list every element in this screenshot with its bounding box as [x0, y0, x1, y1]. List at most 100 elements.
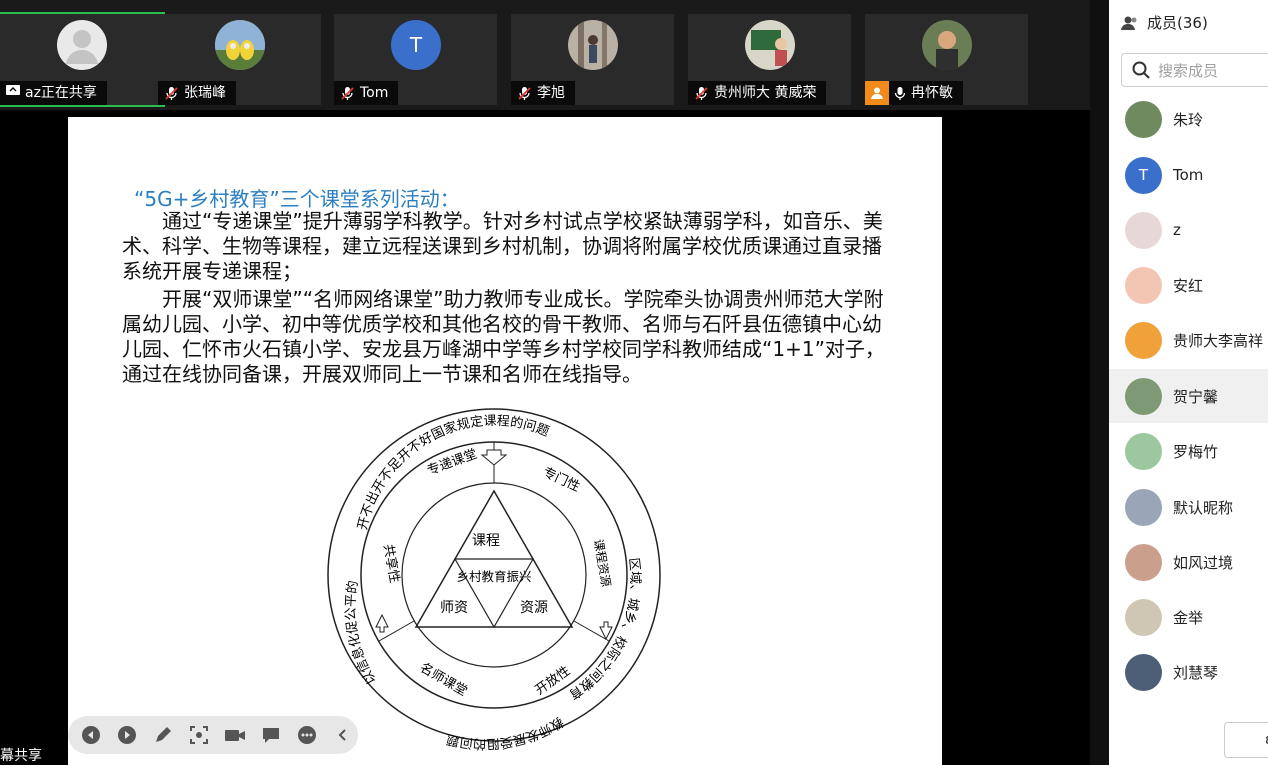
- member-name: z: [1173, 221, 1181, 239]
- more-icon[interactable]: [294, 723, 319, 748]
- triangle-label-center: 乡村教育振兴: [456, 569, 531, 584]
- avatar: [922, 20, 972, 70]
- mic-muted-icon: [165, 86, 178, 100]
- member-item[interactable]: 贵师大李高祥: [1109, 313, 1268, 367]
- collapse-icon[interactable]: [330, 723, 355, 748]
- member-item[interactable]: 朱玲: [1109, 92, 1268, 146]
- member-name: 贵师大李高祥: [1173, 331, 1264, 350]
- participant-name: 贵州师大 黄威荣: [714, 85, 817, 101]
- member-name: 朱玲: [1173, 110, 1204, 129]
- participant-name-bar: az正在共享: [0, 81, 107, 105]
- avatar: [1125, 266, 1162, 304]
- next-icon[interactable]: [114, 723, 139, 748]
- members-panel: 成员(36) 搜索成员 朱玲 T Tom z 安红 贵师大李高祥 贺宁馨 罗梅竹 …: [1109, 0, 1268, 765]
- ring-label-bottom: 名师课堂: [417, 660, 470, 700]
- avatar: [1125, 543, 1162, 581]
- avatar: [215, 20, 265, 70]
- down-arrow-icon: [480, 449, 508, 466]
- participant-tile[interactable]: 冉怀敏: [865, 14, 1028, 105]
- members-icon: [1121, 16, 1137, 30]
- slide-paragraph-2: 开展“双师课堂”“名师网络课堂”助力教师专业成长。学院牵头协调贵州师范大学附属幼…: [122, 287, 885, 386]
- avatar: [1125, 321, 1162, 359]
- member-name: 安红: [1173, 276, 1204, 295]
- mic-muted-icon: [341, 86, 354, 100]
- participant-name: 冉怀敏: [911, 85, 953, 101]
- search-icon: [1132, 61, 1150, 79]
- member-name: 默认昵称: [1173, 498, 1234, 517]
- outer-label-top: 开不出开不足开不好国家规定课程的问题: [355, 414, 551, 532]
- shared-slide: “5G+乡村教育”三个课堂系列活动： 通过“专递课堂”提升薄弱学科教学。针对乡村…: [68, 117, 942, 765]
- search-placeholder: 搜索成员: [1158, 61, 1219, 80]
- member-item-selected[interactable]: 贺宁馨: [1109, 369, 1268, 423]
- participant-name-bar: 李旭: [511, 81, 575, 105]
- member-item[interactable]: z: [1109, 203, 1268, 257]
- screen-share-icon: [6, 81, 20, 105]
- outer-label-bottom: 教师发展受阻的问题: [445, 713, 566, 751]
- ring-label-top: 专递课堂: [425, 447, 479, 479]
- speaking-user-icon: [865, 81, 889, 105]
- prev-icon[interactable]: [78, 723, 103, 748]
- slide-title: “5G+乡村教育”三个课堂系列活动：: [134, 187, 460, 211]
- rural-education-diagram: 课程 乡村教育振兴 师资 资源 开不出开不足开不好国家规定课程的问题 区域、城乡…: [324, 405, 661, 752]
- avatar: [1125, 211, 1162, 249]
- member-item[interactable]: T Tom: [1109, 148, 1268, 202]
- member-name: 刘慧琴: [1173, 663, 1219, 682]
- participant-tile-sharer[interactable]: az正在共享: [0, 12, 165, 107]
- member-item[interactable]: 安红: [1109, 258, 1268, 312]
- member-item[interactable]: 如风过境: [1109, 535, 1268, 589]
- avatar: [745, 20, 795, 70]
- participant-name: az正在共享: [25, 85, 97, 101]
- triangle-label-left: 师资: [440, 600, 468, 616]
- avatar: [1125, 432, 1162, 470]
- member-item[interactable]: 刘慧琴: [1109, 645, 1268, 699]
- participant-name-bar: 贵州师大 黄威荣: [688, 81, 827, 105]
- avatar: [1125, 100, 1162, 138]
- participant-name: 张瑞峰: [184, 85, 226, 101]
- avatar: [568, 20, 618, 70]
- triangle-label-top: 课程: [472, 533, 500, 549]
- camera-icon[interactable]: [222, 723, 247, 748]
- member-name: 贺宁馨: [1173, 387, 1219, 406]
- avatar: [57, 20, 107, 70]
- chat-icon[interactable]: [258, 723, 283, 748]
- avatar: T: [1125, 156, 1162, 194]
- share-caption: 幕共享: [0, 748, 42, 764]
- mic-icon: [894, 86, 906, 100]
- participant-name-bar: 冉怀敏: [865, 81, 963, 105]
- ring-label-bottom-2: 开放性: [533, 664, 574, 699]
- participant-name: Tom: [360, 85, 389, 101]
- avatar: T: [391, 20, 441, 70]
- member-search-input[interactable]: 搜索成员: [1121, 53, 1268, 87]
- annotation-toolbar: [68, 716, 358, 754]
- up-arrow-icon: [375, 613, 389, 633]
- participant-tile[interactable]: 贵州师大 黄威荣: [688, 14, 851, 105]
- members-title: 成员(36): [1147, 14, 1208, 32]
- mic-muted-icon: [695, 86, 708, 100]
- participant-tile[interactable]: 李旭: [511, 14, 674, 105]
- avatar: [1125, 377, 1162, 415]
- member-name: 如风过境: [1173, 553, 1234, 572]
- ring-label-left: 共享性: [380, 543, 403, 584]
- pen-icon[interactable]: [150, 723, 175, 748]
- participant-tile[interactable]: T Tom: [334, 14, 497, 105]
- triangle-label-right: 资源: [520, 600, 548, 616]
- member-name: 金举: [1173, 608, 1204, 627]
- members-header: 成员(36): [1121, 12, 1208, 33]
- avatar: [1125, 598, 1162, 636]
- participant-name-bar: Tom: [334, 81, 399, 105]
- member-name: Tom: [1173, 166, 1204, 184]
- slide-paragraph-1: 通过“专递课堂”提升薄弱学科教学。针对乡村试点学校紧缺薄弱学科，如音乐、美术、科…: [122, 209, 883, 283]
- member-item[interactable]: 默认昵称: [1109, 480, 1268, 534]
- member-item[interactable]: 金举: [1109, 590, 1268, 644]
- member-item[interactable]: 罗梅竹: [1109, 424, 1268, 478]
- participant-name: 李旭: [537, 85, 565, 101]
- ring-label-right-2: 课程资源: [591, 538, 614, 588]
- panel-action-button[interactable]: ε: [1224, 722, 1268, 758]
- screenshot-icon[interactable]: [186, 723, 211, 748]
- mic-muted-icon: [518, 86, 531, 100]
- participant-tile[interactable]: 张瑞峰: [158, 14, 321, 105]
- participant-name-bar: 张瑞峰: [158, 81, 236, 105]
- outer-label-left: 以信息化促公平的问题: [324, 405, 380, 687]
- avatar: [1125, 653, 1162, 691]
- participant-strip: az正在共享 张瑞峰 T Tom 李旭 贵州师大 黄威荣 冉怀敏: [0, 0, 1090, 110]
